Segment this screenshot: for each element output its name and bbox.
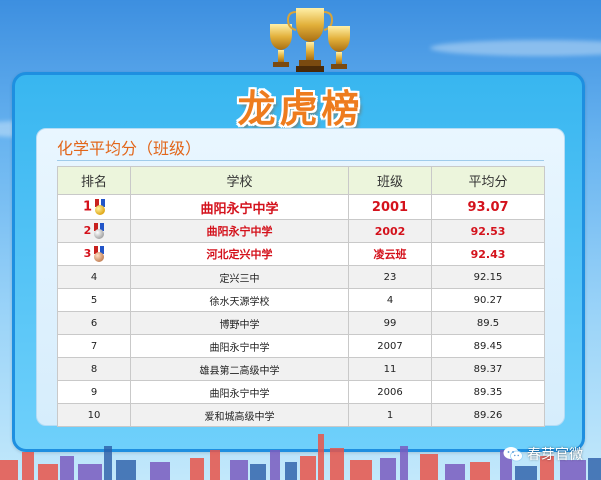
school-cell: 曲阳永宁中学 [130, 219, 349, 243]
table-row: 6 博野中学 99 89.5 [57, 311, 545, 335]
ranking-table: 排名 学校 班级 平均分 1 曲阳永宁中学 2001 93.07 2 曲阳永宁中… [57, 166, 545, 427]
rank-number: 1 [82, 199, 93, 215]
average-cell: 92.43 [431, 242, 545, 266]
class-cell: 2001 [348, 194, 432, 220]
table-header-row: 排名 学校 班级 平均分 [57, 166, 545, 195]
school-cell: 定兴三中 [130, 265, 349, 289]
column-header-class: 班级 [348, 166, 432, 195]
rank-number: 2 [83, 224, 92, 237]
table-row: 5 徐水天源学校 4 90.27 [57, 288, 545, 312]
class-cell: 4 [348, 288, 432, 312]
school-cell: 河北定兴中学 [130, 242, 349, 266]
ranking-page: { "header": { "title": "龙虎榜" }, "panel":… [0, 0, 601, 480]
school-cell: 曲阳永宁中学 [130, 380, 349, 404]
average-cell: 89.5 [431, 311, 545, 335]
class-cell: 11 [348, 357, 432, 381]
column-header-school: 学校 [130, 166, 349, 195]
rank-cell: 5 [57, 288, 131, 312]
column-header-rank: 排名 [57, 166, 131, 195]
watermark: 春芽官微 [503, 444, 583, 464]
school-cell: 雄县第二高级中学 [130, 357, 349, 381]
class-cell: 99 [348, 311, 432, 335]
class-cell: 凌云班 [348, 242, 432, 266]
average-cell: 93.07 [431, 194, 545, 220]
class-cell: 2007 [348, 334, 432, 358]
watermark-text: 春芽官微 [527, 447, 583, 463]
average-cell: 89.37 [431, 357, 545, 381]
table-row: 1 曲阳永宁中学 2001 93.07 [57, 194, 545, 220]
table-row: 7 曲阳永宁中学 2007 89.45 [57, 334, 545, 358]
rank-number: 3 [83, 247, 92, 260]
subtitle-divider [57, 160, 544, 161]
school-cell: 曲阳永宁中学 [130, 194, 349, 220]
rank-cell: 6 [57, 311, 131, 335]
class-cell: 2002 [348, 219, 432, 243]
school-cell: 曲阳永宁中学 [130, 334, 349, 358]
rank-cell: 3 [57, 242, 131, 266]
average-cell: 89.45 [431, 334, 545, 358]
table-row: 4 定兴三中 23 92.15 [57, 265, 545, 289]
table-row: 3 河北定兴中学 凌云班 92.43 [57, 242, 545, 266]
rank-cell: 4 [57, 265, 131, 289]
rank-cell: 7 [57, 334, 131, 358]
gold-medal-icon [95, 199, 106, 215]
average-cell: 90.27 [431, 288, 545, 312]
table-row: 9 曲阳永宁中学 2006 89.35 [57, 380, 545, 404]
class-cell: 2006 [348, 380, 432, 404]
trophy-icon [270, 8, 350, 76]
class-cell: 23 [348, 265, 432, 289]
rank-cell: 9 [57, 380, 131, 404]
column-header-average: 平均分 [431, 166, 545, 195]
average-cell: 92.15 [431, 265, 545, 289]
average-cell: 89.35 [431, 380, 545, 404]
table-row: 2 曲阳永宁中学 2002 92.53 [57, 219, 545, 243]
rank-cell: 1 [57, 194, 131, 220]
page-title: 龙虎榜 [237, 87, 364, 131]
school-cell: 博野中学 [130, 311, 349, 335]
average-cell: 92.53 [431, 219, 545, 243]
table-row: 8 雄县第二高级中学 11 89.37 [57, 357, 545, 381]
rank-cell: 2 [57, 219, 131, 243]
wechat-icon [503, 447, 523, 462]
silver-medal-icon [94, 223, 105, 239]
panel-subtitle: 化学平均分（班级） [57, 139, 202, 158]
bronze-medal-icon [94, 246, 105, 262]
background-streak [430, 40, 601, 56]
rank-cell: 8 [57, 357, 131, 381]
school-cell: 徐水天源学校 [130, 288, 349, 312]
